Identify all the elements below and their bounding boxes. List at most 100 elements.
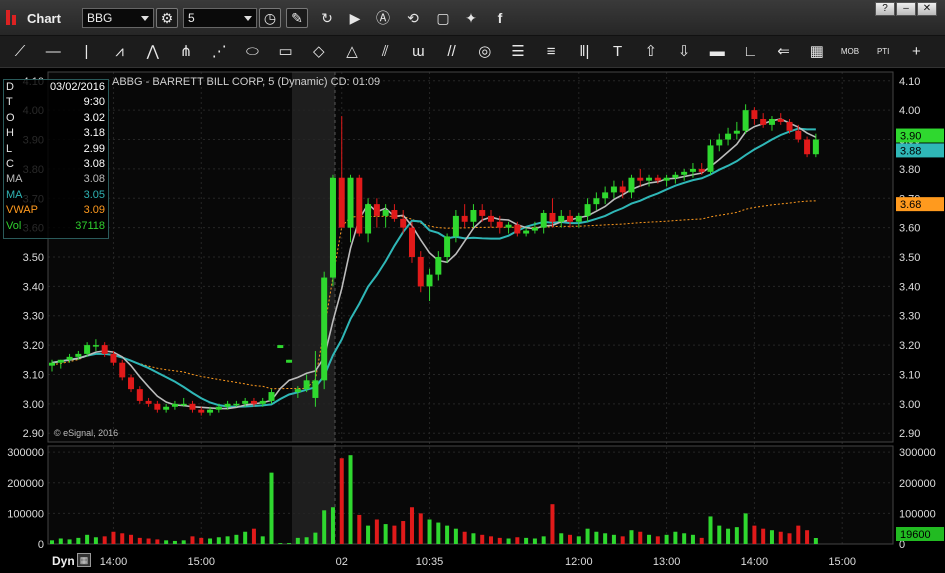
cycle-tool[interactable]: ɯ bbox=[404, 41, 432, 63]
volume-bar bbox=[453, 528, 458, 544]
volume-bar bbox=[409, 507, 414, 544]
arrow-left-tool[interactable]: ⇐ bbox=[770, 41, 798, 63]
data-window-key: H bbox=[6, 127, 14, 140]
chart-header: ABBG - BARRETT BILL CORP, 5 (Dynamic) CD… bbox=[112, 76, 381, 88]
gann-fan-tool[interactable]: ⋰ bbox=[205, 41, 233, 63]
channel-tool[interactable]: ⫽ bbox=[371, 41, 399, 63]
regression-tool[interactable]: ▬ bbox=[703, 41, 731, 63]
volume-tick-label: 300000 bbox=[899, 447, 936, 459]
candle-body bbox=[417, 257, 424, 287]
minimize-button[interactable]: – bbox=[896, 2, 916, 16]
candle-body bbox=[628, 177, 635, 193]
volume-bar bbox=[690, 534, 695, 544]
rectangle-tool[interactable]: ▭ bbox=[272, 41, 300, 63]
fibonacci-tool[interactable]: ☰ bbox=[504, 41, 532, 63]
volume-tick-label: 100000 bbox=[7, 508, 44, 520]
ellipse-tool[interactable]: ⬭ bbox=[238, 41, 266, 63]
window-title: Chart bbox=[27, 11, 61, 26]
candle-body bbox=[646, 177, 653, 181]
volume-bar bbox=[445, 525, 450, 544]
facebook-icon[interactable]: f bbox=[489, 8, 511, 28]
pti-tool[interactable]: PTI bbox=[869, 41, 897, 63]
pitchfork-tool[interactable]: ⋔ bbox=[172, 41, 200, 63]
chevron-down-icon[interactable] bbox=[244, 16, 252, 21]
volume-bar bbox=[436, 522, 441, 544]
arrow-down-tool[interactable]: ⇩ bbox=[670, 41, 698, 63]
candle-body bbox=[286, 359, 293, 363]
triangle-tool[interactable]: △ bbox=[338, 41, 366, 63]
vertical-line-tool[interactable]: | bbox=[72, 41, 100, 63]
volume-bar bbox=[216, 537, 221, 544]
trendline-tool[interactable]: ⟋ bbox=[6, 41, 34, 63]
close-button[interactable]: ✕ bbox=[917, 2, 937, 16]
data-window-value: 9:30 bbox=[83, 96, 105, 109]
symbol-input[interactable]: BBG bbox=[82, 8, 154, 28]
candle-body bbox=[75, 353, 82, 357]
price-tick-label: 3.40 bbox=[899, 281, 920, 293]
mob-tool[interactable]: MOB bbox=[836, 41, 864, 63]
help-button[interactable]: ? bbox=[875, 2, 895, 16]
price-tick-label: 3.40 bbox=[23, 281, 44, 293]
circles-tool[interactable]: ◎ bbox=[471, 41, 499, 63]
pencil-icon[interactable]: ✎ bbox=[286, 8, 308, 28]
calendar-icon[interactable]: ▦ bbox=[77, 553, 91, 567]
data-window-row: MA 3.08 bbox=[4, 172, 108, 187]
time-zones-tool[interactable]: ‖| bbox=[570, 41, 598, 63]
twitter-icon[interactable]: ✦ bbox=[460, 8, 482, 28]
wave-tool[interactable]: ⩘ bbox=[106, 41, 134, 63]
fan-tool[interactable]: ⋀ bbox=[139, 41, 167, 63]
volume-bar bbox=[813, 537, 818, 544]
alert-icon[interactable]: Ⓐ bbox=[372, 8, 394, 28]
arrow-up-tool[interactable]: ⇧ bbox=[637, 41, 665, 63]
add-tool[interactable]: + bbox=[902, 41, 930, 63]
volume-bar bbox=[761, 528, 766, 544]
dyn-label[interactable]: Dyn bbox=[52, 554, 75, 568]
price-chart[interactable]: 2.90 2.90 3.00 3.00 3.10 3.10 3.20 3.20 3.30 3.30… bbox=[0, 68, 945, 550]
clock-icon[interactable]: ◷ bbox=[259, 8, 281, 28]
volume-bar bbox=[357, 514, 362, 544]
price-tick-label: 3.50 bbox=[899, 252, 920, 264]
data-window-key: D bbox=[6, 81, 14, 93]
candle-body bbox=[356, 177, 363, 234]
play-icon[interactable]: ▶ bbox=[344, 8, 366, 28]
refresh-icon[interactable]: ↻ bbox=[316, 8, 338, 28]
volume-bar bbox=[805, 530, 810, 544]
candle-body bbox=[259, 400, 266, 404]
text-tool[interactable]: T bbox=[604, 41, 632, 63]
candle-body bbox=[540, 212, 547, 228]
candle-body bbox=[452, 215, 459, 237]
candle-body bbox=[382, 210, 389, 216]
comment-icon[interactable]: ▢ bbox=[432, 8, 454, 28]
grid-tool[interactable]: ▦ bbox=[803, 41, 831, 63]
volume-bar bbox=[374, 519, 379, 544]
parallel-lines-tool[interactable]: // bbox=[438, 41, 466, 63]
volume-bar bbox=[67, 539, 72, 544]
candle-body bbox=[242, 400, 249, 404]
volume-bar bbox=[489, 536, 493, 544]
time-tick-label: 15:00 bbox=[828, 556, 856, 568]
volume-bar bbox=[199, 537, 204, 544]
candle-body bbox=[523, 230, 530, 234]
interval-input[interactable]: 5 bbox=[183, 8, 257, 28]
price-tick-label: 3.60 bbox=[899, 223, 920, 235]
horizontal-line-tool[interactable]: — bbox=[39, 41, 67, 63]
candle-body bbox=[663, 177, 670, 181]
volume-bar bbox=[392, 525, 397, 544]
settings-icon[interactable]: ⚙ bbox=[156, 8, 178, 28]
candle-body bbox=[725, 133, 732, 140]
candle-body bbox=[786, 121, 793, 131]
candle-body bbox=[470, 210, 477, 222]
candle-body bbox=[777, 118, 784, 122]
data-window-key: Vol bbox=[6, 219, 22, 232]
angle-tool[interactable]: ∟ bbox=[736, 41, 764, 63]
volume-bar bbox=[734, 527, 739, 544]
fib-extension-tool[interactable]: ≡ bbox=[537, 41, 565, 63]
candle-body bbox=[373, 204, 380, 216]
link-icon[interactable]: ⟲ bbox=[402, 8, 424, 28]
volume-tick-label: 0 bbox=[38, 539, 44, 550]
candle-body bbox=[593, 198, 600, 205]
eraser-tool[interactable]: ◇ bbox=[305, 41, 333, 63]
data-window-value: 3.08 bbox=[83, 157, 105, 170]
volume-bar bbox=[796, 525, 801, 544]
chevron-down-icon[interactable] bbox=[141, 16, 149, 21]
